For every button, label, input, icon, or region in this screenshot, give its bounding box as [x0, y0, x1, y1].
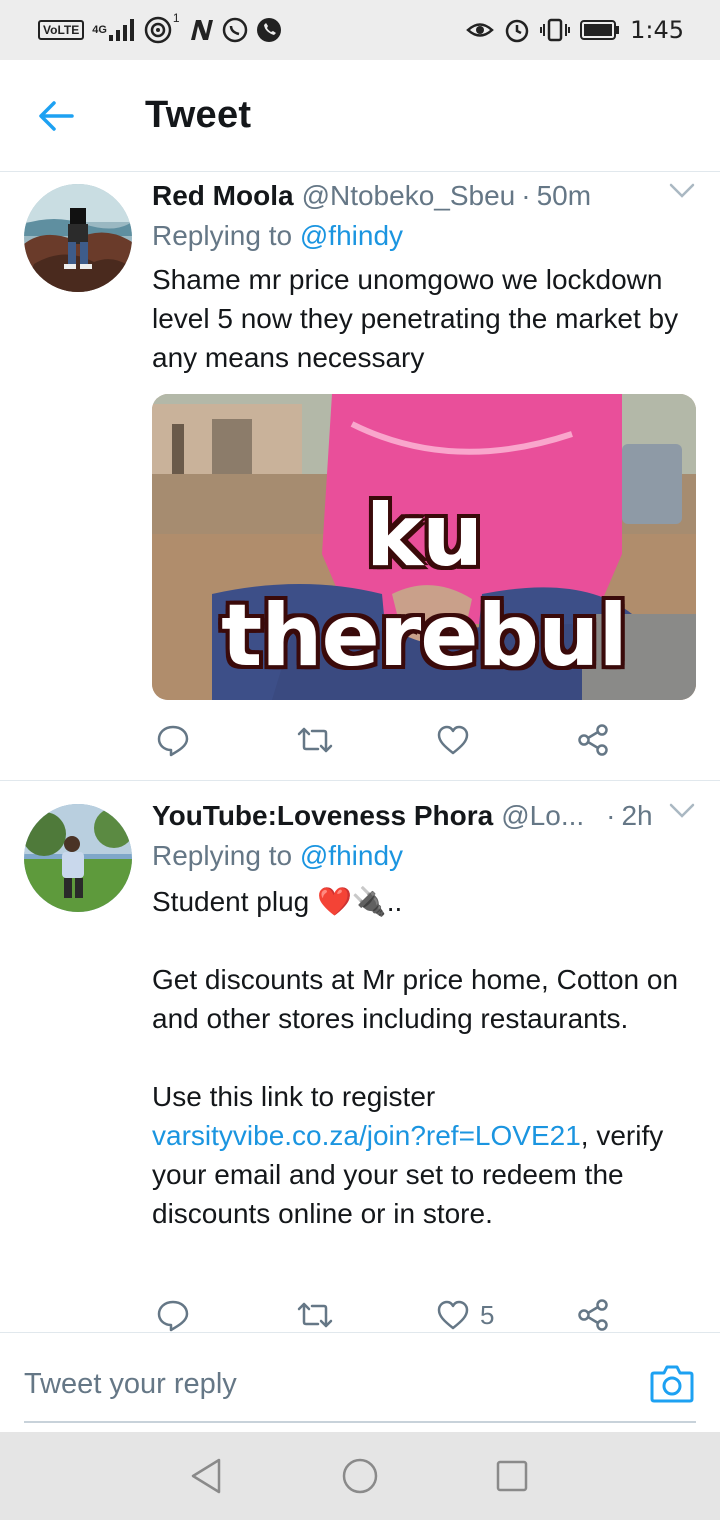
register-link[interactable]: varsityvibe.co.za/join?ref=LOVE21 — [152, 1120, 581, 1151]
circle-home-icon — [342, 1458, 378, 1494]
tweet-body: YouTube:Loveness Phora @Lo... · 2h Reply… — [152, 796, 700, 1233]
reply-input[interactable] — [24, 1359, 624, 1409]
replying-to: Replying to @fhindy — [152, 836, 700, 876]
n-app-icon — [188, 18, 214, 42]
like-button[interactable]: 5 — [436, 1293, 494, 1332]
share-button[interactable] — [576, 718, 610, 762]
tweet-time[interactable]: 2h — [621, 800, 652, 832]
chevron-down-icon — [669, 183, 695, 198]
tweet-actions — [152, 718, 622, 762]
tweet-image[interactable]: ku therebul — [152, 394, 696, 700]
meta-separator: · — [606, 800, 616, 831]
tweet-menu-button[interactable] — [668, 182, 696, 205]
tweet-menu-button[interactable] — [668, 802, 696, 825]
share-icon — [578, 1299, 608, 1331]
reply-button[interactable] — [156, 718, 190, 762]
arrow-left-icon — [39, 101, 74, 131]
tweet-meta: YouTube:Loveness Phora @Lo... · 2h — [152, 796, 700, 836]
alarm-icon — [504, 17, 530, 43]
phone-icon — [256, 17, 282, 43]
replying-prefix: Replying to — [152, 840, 293, 871]
nav-back-button[interactable] — [184, 1454, 228, 1498]
tweet-text-para3: Use this link to register varsityvibe.co… — [152, 1077, 700, 1233]
replying-to: Replying to @fhindy — [152, 216, 700, 256]
like-button[interactable] — [436, 718, 480, 762]
camera-icon — [650, 1365, 694, 1403]
clock: 1:45 — [630, 16, 684, 44]
retweet-icon — [297, 727, 333, 753]
share-button[interactable] — [576, 1293, 610, 1332]
reply-bubble-icon — [157, 725, 189, 757]
retweet-button[interactable] — [296, 1293, 334, 1332]
tweet-actions: 5 — [152, 1293, 622, 1332]
reply-composer — [0, 1332, 720, 1432]
meta-separator: · — [521, 180, 531, 211]
page-title: Tweet — [145, 94, 252, 136]
mention-link[interactable]: @fhindy — [300, 840, 403, 871]
avatar[interactable] — [24, 184, 132, 292]
vibrate-icon — [540, 18, 571, 42]
share-icon — [578, 724, 608, 756]
reply-underline — [24, 1421, 696, 1423]
author-handle[interactable]: @Ntobeko_Sbeu — [302, 180, 516, 212]
retweet-icon — [297, 1302, 333, 1328]
reply-bubble-icon — [157, 1300, 189, 1332]
back-button[interactable] — [30, 94, 82, 138]
nav-recents-button[interactable] — [490, 1454, 534, 1498]
tweet-time[interactable]: 50m — [537, 180, 591, 212]
network-type-label: 4G — [92, 24, 107, 36]
mention-link[interactable]: @fhindy — [300, 220, 403, 251]
app-header: Tweet — [0, 60, 720, 172]
heart-icon — [437, 725, 469, 755]
author-name[interactable]: Red Moola — [152, 180, 294, 212]
image-caption: ku therebul — [221, 486, 628, 686]
tweet-text: Shame mr price unomgowo we lockdown leve… — [152, 264, 679, 373]
triangle-back-icon — [191, 1458, 221, 1494]
para3-prefix: Use this link to register — [152, 1081, 436, 1112]
replying-prefix: Replying to — [152, 220, 293, 251]
whatsapp-icon — [222, 17, 248, 43]
author-handle[interactable]: @Lo... — [501, 800, 584, 832]
tweet-red-moola[interactable]: Red Moola @Ntobeko_Sbeu · 50m Replying t… — [0, 172, 720, 780]
like-count: 5 — [480, 1299, 495, 1330]
retweet-button[interactable] — [296, 718, 334, 762]
tweet-loveness-phora[interactable]: YouTube:Loveness Phora @Lo... · 2h Reply… — [0, 781, 720, 1332]
chevron-down-icon — [669, 803, 695, 818]
status-right: 1:45 — [466, 14, 684, 46]
tweet-meta: Red Moola @Ntobeko_Sbeu · 50m — [152, 176, 700, 216]
nav-home-button[interactable] — [338, 1454, 382, 1498]
signal-icon: 4G — [92, 19, 135, 41]
hotspot-icon: 1 — [143, 11, 180, 45]
status-left: VoLTE 4G 1 — [38, 11, 282, 46]
system-nav-bar — [0, 1432, 720, 1520]
status-bar: VoLTE 4G 1 1:45 — [0, 0, 720, 60]
tweet-text-line1: Student plug ❤️🔌.. — [152, 886, 403, 917]
reply-button[interactable] — [156, 1293, 190, 1332]
avatar[interactable] — [24, 804, 132, 912]
battery-icon — [580, 19, 620, 41]
hotspot-count: 1 — [172, 11, 180, 25]
square-recents-icon — [496, 1460, 528, 1492]
eye-icon — [466, 19, 494, 41]
camera-button[interactable] — [648, 1361, 696, 1405]
volte-indicator: VoLTE — [38, 20, 85, 40]
tweet-body: Red Moola @Ntobeko_Sbeu · 50m Replying t… — [152, 176, 700, 377]
tweet-text-para2: Get discounts at Mr price home, Cotton o… — [152, 964, 679, 1034]
author-name[interactable]: YouTube:Loveness Phora — [152, 800, 493, 832]
heart-icon — [437, 1300, 469, 1330]
